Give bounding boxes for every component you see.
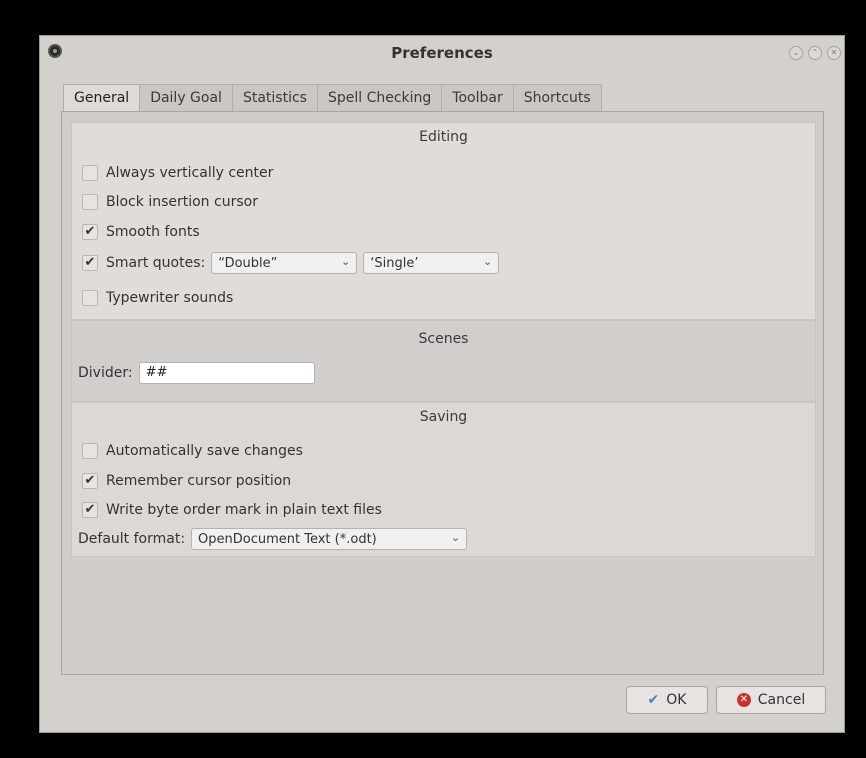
smooth-fonts-option[interactable]: ✔ Smooth fonts (82, 221, 200, 243)
general-pane: Editing Always vertically center Block i… (61, 111, 824, 675)
preferences-window: Preferences ⌄ ⌃ ✕ General Daily Goal Sta… (39, 35, 845, 733)
write-bom-option[interactable]: ✔ Write byte order mark in plain text fi… (82, 499, 382, 521)
block-cursor-option[interactable]: Block insertion cursor (82, 191, 258, 213)
always-center-option[interactable]: Always vertically center (82, 162, 273, 184)
write-bom-checkbox[interactable]: ✔ (82, 502, 98, 518)
auto-save-option[interactable]: Automatically save changes (82, 440, 303, 462)
maximize-icon[interactable]: ⌃ (808, 46, 822, 60)
default-format-value: OpenDocument Text (*.odt) (198, 531, 377, 547)
auto-save-checkbox[interactable] (82, 443, 98, 459)
auto-save-label: Automatically save changes (106, 443, 303, 459)
smart-quotes-label: Smart quotes: (106, 255, 206, 271)
smooth-fonts-checkbox[interactable]: ✔ (82, 224, 98, 240)
remember-cursor-option[interactable]: ✔ Remember cursor position (82, 470, 291, 492)
divider-input[interactable]: ## (138, 362, 315, 384)
default-format-label: Default format: (78, 531, 186, 547)
cancel-button[interactable]: ✕ Cancel (716, 686, 826, 714)
cancel-icon: ✕ (736, 693, 751, 707)
default-format-row: Default format: OpenDocument Text (*.odt… (78, 528, 468, 550)
ok-label: OK (666, 692, 687, 708)
chevron-down-icon: ⌄ (483, 255, 493, 268)
editing-group: Editing Always vertically center Block i… (71, 122, 816, 320)
double-quotes-value: “Double” (218, 255, 278, 271)
saving-title: Saving (419, 409, 468, 425)
tab-spell-checking[interactable]: Spell Checking (316, 84, 443, 111)
smooth-fonts-label: Smooth fonts (106, 224, 200, 240)
cancel-label: Cancel (757, 692, 806, 708)
always-center-label: Always vertically center (106, 165, 274, 181)
single-quotes-select[interactable]: ‘Single’ ⌄ (363, 252, 500, 274)
tab-daily-goal[interactable]: Daily Goal (139, 84, 233, 111)
scenes-group: Scenes Divider: ## (71, 320, 816, 402)
title-bar: Preferences ⌄ ⌃ ✕ (40, 36, 844, 70)
check-icon: ✔ (84, 502, 96, 517)
window-title: Preferences (391, 44, 493, 62)
divider-row: Divider: ## (78, 362, 315, 384)
typewriter-checkbox[interactable] (82, 290, 98, 306)
saving-group: Saving Automatically save changes ✔ Reme… (71, 402, 816, 557)
typewriter-label: Typewriter sounds (106, 290, 234, 306)
block-cursor-checkbox[interactable] (82, 194, 98, 210)
scenes-title: Scenes (418, 331, 469, 347)
remember-cursor-label: Remember cursor position (106, 473, 292, 489)
chevron-down-icon: ⌄ (450, 531, 461, 544)
always-center-checkbox[interactable] (82, 165, 98, 181)
ok-button[interactable]: ✔ OK (626, 686, 708, 714)
smart-quotes-option: ✔ Smart quotes: “Double” ⌄ ‘Single’ ⌄ (82, 252, 500, 274)
typewriter-option[interactable]: Typewriter sounds (82, 287, 233, 309)
check-icon: ✔ (647, 692, 660, 708)
remember-cursor-checkbox[interactable]: ✔ (82, 473, 98, 489)
tab-toolbar[interactable]: Toolbar (441, 84, 514, 111)
default-format-select[interactable]: OpenDocument Text (*.odt) ⌄ (191, 528, 468, 550)
smart-quotes-checkbox[interactable]: ✔ (82, 255, 98, 271)
chevron-down-icon: ⌄ (341, 255, 351, 268)
single-quotes-value: ‘Single’ (370, 255, 419, 271)
tab-statistics[interactable]: Statistics (231, 84, 318, 111)
block-cursor-label: Block insertion cursor (106, 194, 258, 210)
close-icon[interactable]: ✕ (827, 46, 841, 60)
write-bom-label: Write byte order mark in plain text file… (106, 502, 382, 518)
editing-title: Editing (419, 129, 468, 145)
divider-label: Divider: (78, 365, 133, 381)
check-icon: ✔ (84, 224, 96, 239)
check-icon: ✔ (84, 473, 96, 488)
minimize-icon[interactable]: ⌄ (789, 46, 803, 60)
tab-shortcuts[interactable]: Shortcuts (512, 84, 602, 111)
tab-general[interactable]: General (63, 84, 141, 113)
check-icon: ✔ (84, 255, 96, 270)
double-quotes-select[interactable]: “Double” ⌄ (211, 252, 358, 274)
tab-bar: General Daily Goal Statistics Spell Chec… (63, 84, 602, 113)
